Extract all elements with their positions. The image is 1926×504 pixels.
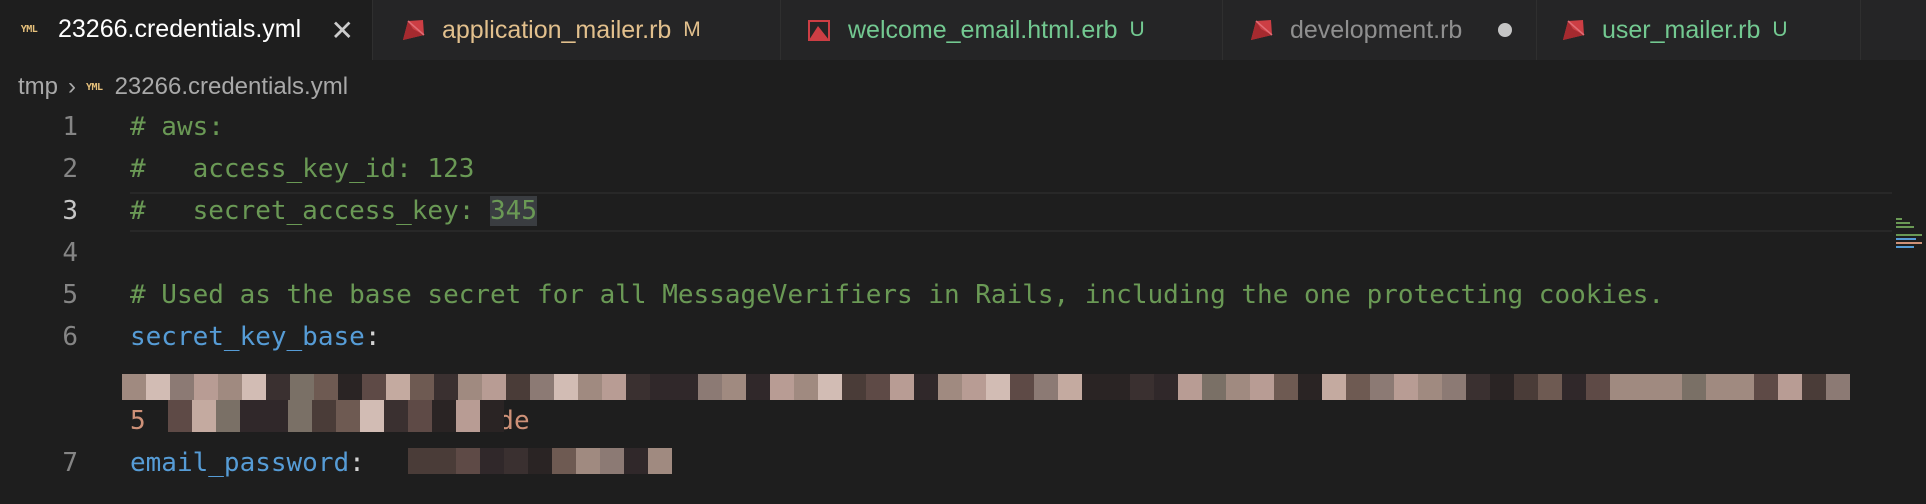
line-number: 6 <box>62 322 78 352</box>
tab-label: development.rb <box>1290 15 1463 44</box>
tab-separator <box>1222 0 1223 60</box>
redaction-pixelation <box>168 400 508 432</box>
yaml-colon: : <box>349 448 365 478</box>
tab-separator <box>780 0 781 60</box>
untracked-badge: U <box>1129 18 1145 41</box>
tab-separator <box>1860 0 1861 60</box>
breadcrumb-folder[interactable]: tmp <box>18 73 58 101</box>
minimap[interactable] <box>1896 218 1924 254</box>
line-number: 5 <box>62 280 78 310</box>
line-number: 7 <box>62 448 78 478</box>
line-number: 1 <box>62 112 78 142</box>
tab-welcome-email[interactable]: welcome_email.html.erb U <box>790 0 1222 60</box>
tab-application-mailer[interactable]: application_mailer.rb M <box>384 0 780 60</box>
code-line-3: # secret_access_key: 345 <box>130 196 537 226</box>
code-line-1: # aws: <box>130 112 224 142</box>
tab-label: welcome_email.html.erb <box>848 15 1118 44</box>
code-line-6: secret_key_base: <box>130 322 380 352</box>
tab-label: 23266.credentials.yml <box>58 14 302 43</box>
tab-separator <box>372 0 373 60</box>
line-number: 4 <box>62 238 78 268</box>
code-line-2: # access_key_id: 123 <box>130 154 475 184</box>
ruby-icon <box>398 15 428 45</box>
chevron-right-icon: › <box>68 73 77 100</box>
yml-icon: YML <box>20 23 38 35</box>
tab-development[interactable]: development.rb <box>1232 0 1534 60</box>
tab-separator <box>1536 0 1537 60</box>
line-number: 2 <box>62 154 78 184</box>
breadcrumb: tmp › YML 23266.credentials.yml <box>18 72 348 102</box>
tab-user-mailer[interactable]: user_mailer.rb U <box>1544 0 1860 60</box>
yml-icon: YML <box>86 81 103 93</box>
close-icon[interactable]: ✕ <box>331 14 354 47</box>
modified-badge: M <box>683 18 701 41</box>
unsaved-dot-icon[interactable] <box>1498 23 1512 37</box>
code-text: # secret_access_key: <box>130 196 491 226</box>
code-line-6-wrap-start: 5 <box>130 406 146 436</box>
untracked-badge: U <box>1772 18 1788 41</box>
code-line-7: email_password: <box>130 448 365 478</box>
yaml-colon: : <box>364 322 381 352</box>
yaml-key: secret_key_base <box>130 322 365 352</box>
yaml-key: email_password <box>130 448 350 478</box>
code-line-5: # Used as the base secret for all Messag… <box>130 280 1665 310</box>
ruby-icon <box>1558 15 1588 45</box>
tab-bar: YML 23266.credentials.yml ✕ application_… <box>0 0 1926 60</box>
breadcrumb-file[interactable]: 23266.credentials.yml <box>115 73 348 101</box>
redaction-pixelation <box>408 448 676 474</box>
redaction-pixelation <box>122 374 1862 400</box>
selected-text: 345 <box>490 196 537 226</box>
tab-label: user_mailer.rb <box>1602 15 1761 44</box>
ruby-icon <box>1246 15 1276 45</box>
tab-credentials-yml[interactable]: YML 23266.credentials.yml ✕ <box>0 0 372 60</box>
erb-icon <box>804 15 834 45</box>
tab-label: application_mailer.rb <box>442 15 672 44</box>
code-editor[interactable]: 1 2 3 4 5 6 7 # aws: # access_key_id: 12… <box>0 108 1926 504</box>
line-number-current: 3 <box>62 196 78 226</box>
